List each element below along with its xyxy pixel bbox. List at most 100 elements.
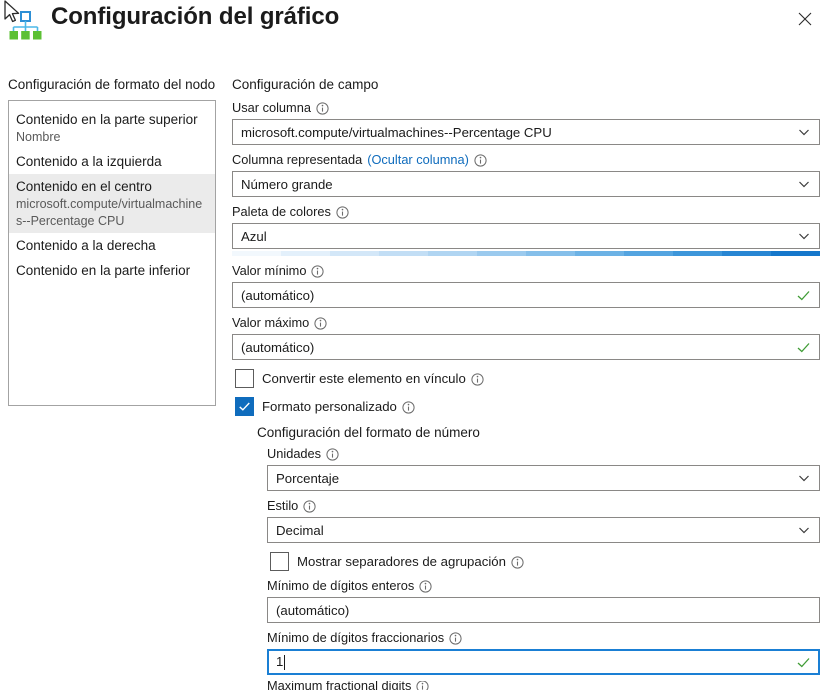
- dialog-header: Configuración del gráfico: [0, 0, 828, 52]
- list-item-right-content[interactable]: Contenido a la derecha: [9, 233, 215, 258]
- rendered-column-select[interactable]: Número grande: [232, 171, 820, 197]
- color-palette-select[interactable]: Azul: [232, 223, 820, 249]
- units-label: Unidades: [267, 446, 322, 461]
- field-settings-panel: Configuración de campo Usar columna micr…: [232, 76, 820, 693]
- info-icon[interactable]: [316, 102, 329, 115]
- make-link-label: Convertir este elemento en vínculo: [262, 371, 466, 386]
- close-button[interactable]: [788, 2, 822, 36]
- style-label: Estilo: [267, 498, 299, 513]
- style-select[interactable]: Decimal: [267, 517, 820, 543]
- number-format-section: Configuración del formato de número Unid…: [257, 424, 820, 690]
- color-palette-label: Paleta de colores: [232, 204, 331, 219]
- palette-swatch-9: [673, 251, 722, 256]
- min-value-input[interactable]: (automático): [232, 282, 820, 308]
- use-column-select[interactable]: microsoft.compute/virtualmachines--Perce…: [232, 119, 820, 145]
- node-format-panel: Configuración de formato del nodo Conten…: [8, 76, 216, 406]
- list-item-label: Contenido en la parte inferior: [16, 263, 191, 278]
- palette-swatch-7: [575, 251, 624, 256]
- min-fractional-digits-input[interactable]: 1: [267, 649, 820, 675]
- palette-swatch-4: [428, 251, 477, 256]
- list-item-sublabel: microsoft.compute/virtualmachines--Perce…: [16, 197, 203, 228]
- list-item-center-content[interactable]: Contenido en el centro microsoft.compute…: [9, 174, 215, 233]
- rendered-column-value: Número grande: [241, 176, 333, 192]
- style-value: Decimal: [276, 522, 324, 538]
- min-value-label: Valor mínimo: [232, 263, 307, 278]
- max-fractional-digits-label: Maximum fractional digits: [267, 681, 412, 690]
- hierarchy-chart-icon: [8, 9, 42, 43]
- node-format-heading: Configuración de formato del nodo: [8, 77, 216, 92]
- text-caret: [284, 655, 286, 670]
- palette-swatch-10: [722, 251, 771, 256]
- chevron-down-icon: [797, 177, 811, 191]
- color-palette-value: Azul: [241, 228, 267, 244]
- rendered-column-label-row: Columna representada (Ocultar columna): [232, 152, 820, 168]
- group-separators-label: Mostrar separadores de agrupación: [297, 554, 506, 569]
- list-item-left-content[interactable]: Contenido a la izquierda: [9, 149, 215, 174]
- node-content-listbox[interactable]: Contenido en la parte superior Nombre Co…: [8, 100, 216, 406]
- units-label-row: Unidades: [267, 446, 820, 462]
- valid-check-icon: [796, 340, 811, 355]
- palette-swatch-8: [624, 251, 673, 256]
- custom-format-checkbox[interactable]: [235, 397, 254, 416]
- field-settings-heading: Configuración de campo: [232, 77, 379, 92]
- checkmark-icon: [239, 402, 250, 411]
- custom-format-label-row: Formato personalizado: [262, 399, 415, 414]
- color-palette-label-row: Paleta de colores: [232, 204, 820, 220]
- info-icon[interactable]: [336, 206, 349, 219]
- max-fractional-digits-label-row: Maximum fractional digits: [267, 681, 820, 690]
- max-value-label: Valor máximo: [232, 315, 310, 330]
- use-column-value: microsoft.compute/virtualmachines--Perce…: [241, 124, 552, 140]
- palette-swatch-11: [771, 251, 820, 256]
- info-icon[interactable]: [471, 372, 484, 386]
- info-icon[interactable]: [416, 681, 429, 690]
- number-format-heading: Configuración del formato de número: [257, 425, 480, 440]
- page-title: Configuración del gráfico: [51, 3, 340, 30]
- info-icon[interactable]: [511, 555, 524, 569]
- palette-swatch-3: [379, 251, 428, 256]
- min-fractional-digits-label: Mínimo de dígitos fraccionarios: [267, 630, 445, 645]
- chevron-down-icon: [797, 125, 811, 139]
- info-icon[interactable]: [326, 448, 339, 461]
- use-column-label: Usar columna: [232, 100, 311, 115]
- units-value: Porcentaje: [276, 470, 340, 486]
- min-fractional-digits-value: 1: [276, 653, 284, 669]
- info-icon[interactable]: [402, 400, 415, 414]
- valid-check-icon: [796, 655, 811, 670]
- list-item-bottom-content[interactable]: Contenido en la parte inferior: [9, 258, 215, 283]
- min-integer-digits-input[interactable]: (automático): [267, 597, 820, 623]
- make-link-checkbox-row[interactable]: Convertir este elemento en vínculo: [232, 369, 820, 388]
- palette-swatch-6: [526, 251, 575, 256]
- info-icon[interactable]: [449, 632, 462, 645]
- list-item-label: Contenido en el centro: [16, 179, 152, 194]
- min-integer-digits-value: (automático): [276, 602, 350, 618]
- list-item-label: Contenido a la derecha: [16, 238, 156, 253]
- list-item-label: Contenido en la parte superior: [16, 112, 198, 127]
- chevron-down-icon: [797, 471, 811, 485]
- max-value-text: (automático): [241, 339, 315, 355]
- info-icon[interactable]: [474, 154, 487, 167]
- max-value-label-row: Valor máximo: [232, 315, 820, 331]
- custom-format-label: Formato personalizado: [262, 399, 397, 414]
- group-separators-checkbox-row[interactable]: Mostrar separadores de agrupación: [267, 552, 820, 571]
- hide-column-link[interactable]: (Ocultar columna): [367, 152, 469, 168]
- style-label-row: Estilo: [267, 498, 820, 514]
- custom-format-checkbox-row[interactable]: Formato personalizado: [232, 397, 820, 416]
- color-palette-preview: [232, 251, 820, 256]
- number-format-fields: Unidades Porcentaje Estilo Decimal Mostr…: [267, 446, 820, 690]
- chevron-down-icon: [797, 523, 811, 537]
- info-icon[interactable]: [311, 265, 325, 278]
- min-integer-digits-label: Mínimo de dígitos enteros: [267, 578, 415, 593]
- min-value-label-row: Valor mínimo: [232, 263, 820, 279]
- make-link-label-row: Convertir este elemento en vínculo: [262, 371, 484, 386]
- palette-swatch-1: [281, 251, 330, 256]
- units-select[interactable]: Porcentaje: [267, 465, 820, 491]
- info-icon[interactable]: [303, 500, 316, 513]
- info-icon[interactable]: [419, 580, 432, 593]
- list-item-top-content[interactable]: Contenido en la parte superior Nombre: [9, 107, 215, 149]
- close-icon: [798, 12, 812, 26]
- info-icon[interactable]: [314, 317, 327, 330]
- make-link-checkbox[interactable]: [235, 369, 254, 388]
- group-separators-checkbox[interactable]: [270, 552, 289, 571]
- list-item-sublabel: Nombre: [16, 130, 61, 144]
- max-value-input[interactable]: (automático): [232, 334, 820, 360]
